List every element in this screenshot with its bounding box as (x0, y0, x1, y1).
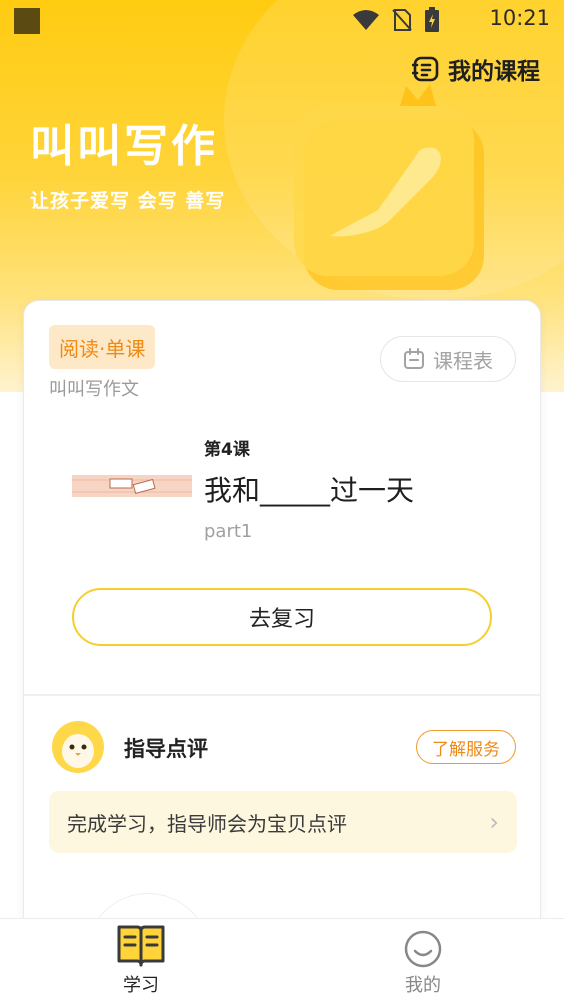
schedule-button[interactable]: 课程表 (380, 336, 516, 382)
review-button[interactable]: 去复习 (72, 588, 492, 646)
owl-tutor-avatar-icon (52, 721, 104, 773)
bottom-tab-bar: 学习 我的 (0, 918, 564, 1002)
status-bar: 10:21 (0, 0, 564, 40)
book-icon (117, 925, 165, 967)
smiley-icon (404, 930, 442, 968)
course-type-badge: 阅读·单课 (49, 325, 156, 369)
tab-mine[interactable]: 我的 (353, 919, 493, 1002)
status-time: 10:21 (489, 6, 550, 30)
brand-title: 叫叫写作 (30, 121, 218, 172)
battery-charging-icon (425, 7, 439, 32)
brand-slogan: 让孩子爱写 会写 善写 (30, 190, 226, 212)
section-divider (24, 694, 540, 696)
course-card: 阅读·单课 叫叫写作文 课程表 第4课 我和_____过一天 part1 去复习… (23, 300, 541, 1002)
tutor-tip-text: 完成学习，指导师会为宝贝点评 (67, 811, 347, 836)
lesson-thumbnail[interactable] (72, 475, 192, 497)
course-list-icon (412, 56, 439, 82)
lesson-part: part1 (204, 521, 253, 542)
wifi-icon (353, 10, 379, 30)
status-icons (352, 7, 440, 32)
tab-mine-label: 我的 (405, 975, 441, 996)
app-notification-square-icon (14, 8, 40, 34)
schedule-label: 课程表 (433, 348, 493, 373)
tutor-review-title: 指导点评 (124, 737, 208, 761)
no-sim-icon (392, 9, 412, 31)
tutor-tip-banner[interactable]: 完成学习，指导师会为宝贝点评 › (49, 791, 517, 853)
lesson-number: 第4课 (204, 440, 250, 460)
chevron-right-icon: › (489, 808, 499, 836)
lesson-title[interactable]: 我和_____过一天 (204, 469, 414, 509)
tab-learn[interactable]: 学习 (71, 919, 211, 1002)
brush-box-mascot-illustration (294, 84, 484, 290)
course-subject: 叫叫写作文 (49, 379, 139, 400)
learn-service-button[interactable]: 了解服务 (416, 730, 516, 764)
tab-learn-label: 学习 (123, 975, 159, 996)
calendar-icon (404, 348, 424, 369)
